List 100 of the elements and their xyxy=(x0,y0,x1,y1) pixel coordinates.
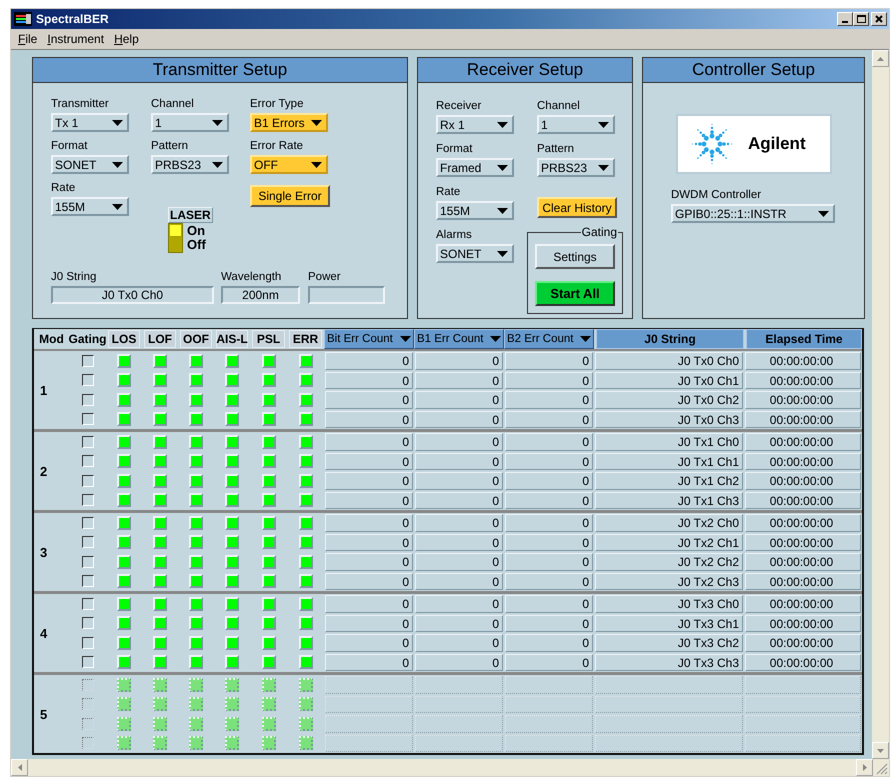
count-field: 0 xyxy=(415,634,503,652)
dropdown[interactable]: 1 xyxy=(151,113,229,132)
dropdown[interactable]: GPIB0::25::1::INSTR xyxy=(671,204,835,223)
readout-field: 200nm xyxy=(221,286,300,304)
dropdown[interactable]: PRBS23 xyxy=(151,155,229,174)
caret-icon xyxy=(497,250,508,256)
count-field: 0 xyxy=(325,534,413,551)
scroll-up-button[interactable] xyxy=(872,50,889,67)
gating-checkbox[interactable] xyxy=(82,617,94,630)
j0-string-field: J0 Tx1 Ch2 xyxy=(595,472,743,490)
gating-checkbox[interactable] xyxy=(82,598,94,610)
caret-icon xyxy=(112,204,123,210)
menu-item[interactable]: Instrument xyxy=(42,32,110,46)
count-field: 0 xyxy=(415,452,503,470)
settings-button[interactable]: Settings xyxy=(535,244,615,269)
elapsed-time-field: 00:00:00:00 xyxy=(745,410,861,428)
gating-checkbox[interactable] xyxy=(82,636,94,649)
switch-label: On xyxy=(187,224,206,238)
scroll-left-button[interactable] xyxy=(11,759,28,776)
dropdown[interactable]: Rx 1 xyxy=(436,115,514,134)
dropdown[interactable]: 1 xyxy=(537,115,615,134)
gating-checkbox[interactable] xyxy=(82,494,94,506)
count-field: 0 xyxy=(415,472,503,490)
module-number: 1 xyxy=(39,382,48,400)
scroll-right-button[interactable] xyxy=(856,759,873,776)
column-header[interactable]: B2 Err Count xyxy=(504,329,594,349)
caret-icon xyxy=(818,210,829,216)
dropdown[interactable]: PRBS23 xyxy=(537,158,615,177)
count-field: 0 xyxy=(505,452,593,470)
dropdown[interactable]: Framed xyxy=(436,158,514,177)
count-field: 0 xyxy=(505,410,593,428)
scroll-down-button[interactable] xyxy=(872,742,889,759)
field-label: Transmitter xyxy=(51,97,110,111)
elapsed-time-field: 00:00:00:00 xyxy=(745,372,861,389)
elapsed-time-field: 00:00:00:00 xyxy=(745,553,861,570)
caret-icon xyxy=(490,336,501,342)
dropdown[interactable]: B1 Errors xyxy=(250,113,328,132)
gating-checkbox[interactable] xyxy=(82,516,94,529)
dropdown[interactable]: SONET xyxy=(436,244,514,263)
j0-string-field: J0 Tx2 Ch1 xyxy=(595,534,743,551)
gating-checkbox[interactable] xyxy=(82,374,94,386)
count-field: 0 xyxy=(415,372,503,389)
field-label: Pattern xyxy=(537,142,576,156)
dropdown[interactable]: OFF xyxy=(250,155,328,174)
dropdown[interactable]: 155M xyxy=(51,197,129,216)
close-icon xyxy=(875,15,883,23)
gating-checkbox[interactable] xyxy=(82,474,94,487)
caret-icon xyxy=(112,162,123,168)
gating-checkbox[interactable] xyxy=(82,354,94,367)
j0-string-field: J0 Tx1 Ch0 xyxy=(595,433,743,450)
count-field: 0 xyxy=(505,433,593,450)
count-field: 0 xyxy=(505,352,593,370)
minimize-button[interactable] xyxy=(837,12,853,26)
column-header[interactable]: Bit Err Count xyxy=(324,329,414,349)
gating-checkbox[interactable] xyxy=(82,656,94,668)
gating-checkbox[interactable] xyxy=(82,536,94,548)
gating-checkbox[interactable] xyxy=(82,394,94,406)
field-label: Error Type xyxy=(250,97,304,111)
field-label: J0 String xyxy=(51,270,98,284)
count-field: 0 xyxy=(325,634,413,652)
close-button[interactable] xyxy=(871,12,887,26)
menu-item[interactable]: File xyxy=(13,32,42,46)
column-header[interactable]: B1 Err Count xyxy=(414,329,504,349)
count-field: 0 xyxy=(325,352,413,370)
count-field: 0 xyxy=(505,572,593,590)
dropdown[interactable]: 155M xyxy=(436,201,514,220)
arrow-left-icon xyxy=(18,764,22,771)
elapsed-time-field: 00:00:00:00 xyxy=(745,433,861,450)
dropdown[interactable]: SONET xyxy=(51,155,129,174)
j0-string-field: J0 Tx3 Ch2 xyxy=(595,634,743,652)
field-label: Rate xyxy=(436,185,462,199)
dropdown[interactable]: Tx 1 xyxy=(51,113,129,132)
count-field: 0 xyxy=(415,595,503,612)
laser-switch[interactable] xyxy=(168,223,183,253)
count-field: 0 xyxy=(325,372,413,389)
maximize-button[interactable] xyxy=(853,12,869,26)
field-label: Pattern xyxy=(151,139,190,153)
elapsed-time-field: 00:00:00:00 xyxy=(745,492,861,509)
clear-history-button[interactable]: Clear History xyxy=(537,197,617,218)
j0-string-field: J0 Tx0 Ch2 xyxy=(595,391,743,408)
caret-icon xyxy=(497,208,508,214)
gating-checkbox[interactable] xyxy=(82,556,94,568)
module-number: 5 xyxy=(39,706,48,724)
elapsed-time-field: 00:00:00:00 xyxy=(745,614,861,632)
j0-string-field: J0 Tx0 Ch1 xyxy=(595,372,743,389)
single-error-button[interactable]: Single Error xyxy=(250,185,330,207)
gating-checkbox[interactable] xyxy=(82,413,94,426)
gating-checkbox[interactable] xyxy=(82,436,94,448)
panel-title: Receiver Setup xyxy=(418,58,632,83)
count-field: 0 xyxy=(325,492,413,509)
menu-item[interactable]: Help xyxy=(109,32,144,46)
count-field: 0 xyxy=(505,492,593,509)
count-field: 0 xyxy=(325,654,413,671)
field-label: Channel xyxy=(151,97,195,111)
gating-checkbox[interactable] xyxy=(82,455,94,468)
count-field: 0 xyxy=(415,514,503,532)
count-field: 0 xyxy=(415,614,503,632)
gating-checkbox[interactable] xyxy=(82,575,94,588)
count-field: 0 xyxy=(415,492,503,509)
start-all-button[interactable]: Start All xyxy=(535,281,615,306)
